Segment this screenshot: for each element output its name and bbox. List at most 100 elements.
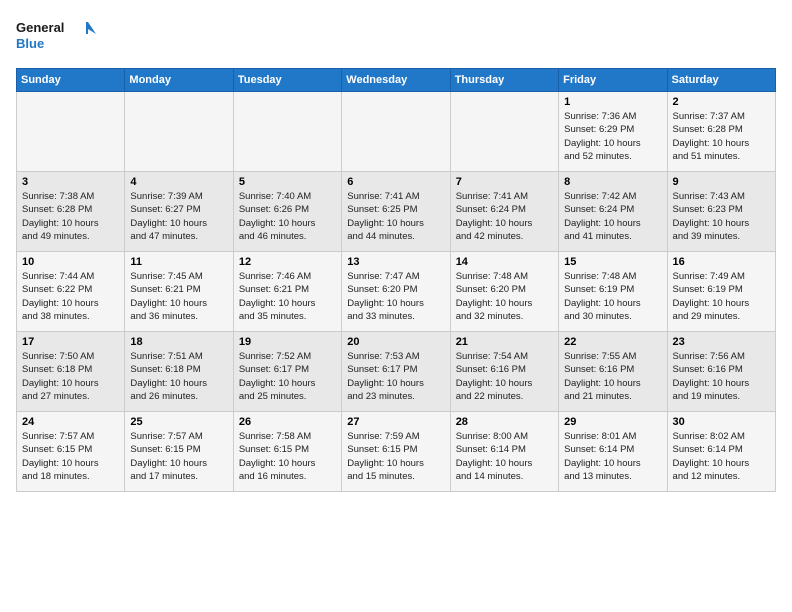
day-number: 22	[564, 336, 662, 348]
day-info: Sunrise: 7:58 AM Sunset: 6:15 PM Dayligh…	[239, 430, 337, 483]
day-number: 12	[239, 256, 337, 268]
day-info: Sunrise: 7:57 AM Sunset: 6:15 PM Dayligh…	[130, 430, 228, 483]
calendar-cell: 24Sunrise: 7:57 AM Sunset: 6:15 PM Dayli…	[17, 412, 125, 492]
day-info: Sunrise: 7:48 AM Sunset: 6:20 PM Dayligh…	[456, 270, 554, 323]
calendar-cell: 25 Sunrise: 7:57 AM Sunset: 6:15 PM Dayli…	[125, 412, 233, 492]
calendar-cell: 13Sunrise: 7:47 AM Sunset: 6:20 PM Dayli…	[342, 252, 450, 332]
logo: General Blue	[16, 16, 96, 56]
weekday-header: Wednesday	[342, 69, 450, 92]
day-info: Sunrise: 7:39 AM Sunset: 6:27 PM Dayligh…	[130, 190, 228, 243]
calendar-cell: 26 Sunrise: 7:58 AM Sunset: 6:15 PM Dayli…	[233, 412, 341, 492]
day-info: Sunrise: 7:42 AM Sunset: 6:24 PM Dayligh…	[564, 190, 662, 243]
calendar-cell: 20 Sunrise: 7:53 AM Sunset: 6:17 PM Dayli…	[342, 332, 450, 412]
calendar-cell: 22 Sunrise: 7:55 AM Sunset: 6:16 PM Dayli…	[559, 332, 667, 412]
calendar-cell: 11 Sunrise: 7:45 AM Sunset: 6:21 PM Dayli…	[125, 252, 233, 332]
day-info: Sunrise: 7:52 AM Sunset: 6:17 PM Dayligh…	[239, 350, 337, 403]
calendar-week-row: 3Sunrise: 7:38 AM Sunset: 6:28 PM Daylig…	[17, 172, 776, 252]
calendar-cell: 3Sunrise: 7:38 AM Sunset: 6:28 PM Daylig…	[17, 172, 125, 252]
day-info: Sunrise: 7:36 AM Sunset: 6:29 PM Dayligh…	[564, 110, 662, 163]
calendar-cell	[233, 92, 341, 172]
calendar-week-row: 17 Sunrise: 7:50 AM Sunset: 6:18 PM Dayli…	[17, 332, 776, 412]
day-number: 14	[456, 256, 554, 268]
calendar-cell: 28Sunrise: 8:00 AM Sunset: 6:14 PM Dayli…	[450, 412, 558, 492]
calendar-cell: 4 Sunrise: 7:39 AM Sunset: 6:27 PM Daylig…	[125, 172, 233, 252]
day-info: Sunrise: 7:56 AM Sunset: 6:16 PM Dayligh…	[673, 350, 771, 403]
day-number: 10	[22, 256, 120, 268]
calendar-cell: 9Sunrise: 7:43 AM Sunset: 6:23 PM Daylig…	[667, 172, 775, 252]
day-info: Sunrise: 7:48 AM Sunset: 6:19 PM Dayligh…	[564, 270, 662, 323]
calendar-cell: 1 Sunrise: 7:36 AM Sunset: 6:29 PM Daylig…	[559, 92, 667, 172]
calendar-cell	[125, 92, 233, 172]
weekday-header: Saturday	[667, 69, 775, 92]
day-info: Sunrise: 7:44 AM Sunset: 6:22 PM Dayligh…	[22, 270, 120, 323]
calendar-cell: 18 Sunrise: 7:51 AM Sunset: 6:18 PM Dayli…	[125, 332, 233, 412]
page-header: General Blue	[16, 16, 776, 56]
day-number: 30	[673, 416, 771, 428]
svg-text:Blue: Blue	[16, 36, 44, 51]
calendar-cell: 10 Sunrise: 7:44 AM Sunset: 6:22 PM Dayli…	[17, 252, 125, 332]
day-number: 16	[673, 256, 771, 268]
weekday-header: Thursday	[450, 69, 558, 92]
day-info: Sunrise: 7:38 AM Sunset: 6:28 PM Dayligh…	[22, 190, 120, 243]
calendar-body: 1 Sunrise: 7:36 AM Sunset: 6:29 PM Daylig…	[17, 92, 776, 492]
day-number: 15	[564, 256, 662, 268]
day-number: 11	[130, 256, 228, 268]
day-info: Sunrise: 7:41 AM Sunset: 6:25 PM Dayligh…	[347, 190, 445, 243]
day-info: Sunrise: 7:45 AM Sunset: 6:21 PM Dayligh…	[130, 270, 228, 323]
calendar-cell: 2 Sunrise: 7:37 AM Sunset: 6:28 PM Daylig…	[667, 92, 775, 172]
day-info: Sunrise: 7:40 AM Sunset: 6:26 PM Dayligh…	[239, 190, 337, 243]
logo-svg: General Blue	[16, 16, 96, 56]
calendar-table: SundayMondayTuesdayWednesdayThursdayFrid…	[16, 68, 776, 492]
day-info: Sunrise: 7:41 AM Sunset: 6:24 PM Dayligh…	[456, 190, 554, 243]
day-info: Sunrise: 7:53 AM Sunset: 6:17 PM Dayligh…	[347, 350, 445, 403]
calendar-week-row: 1 Sunrise: 7:36 AM Sunset: 6:29 PM Daylig…	[17, 92, 776, 172]
day-info: Sunrise: 7:37 AM Sunset: 6:28 PM Dayligh…	[673, 110, 771, 163]
calendar-cell: 12 Sunrise: 7:46 AM Sunset: 6:21 PM Dayli…	[233, 252, 341, 332]
day-info: Sunrise: 7:59 AM Sunset: 6:15 PM Dayligh…	[347, 430, 445, 483]
calendar-cell: 23 Sunrise: 7:56 AM Sunset: 6:16 PM Dayli…	[667, 332, 775, 412]
day-number: 18	[130, 336, 228, 348]
day-number: 23	[673, 336, 771, 348]
calendar-cell: 21 Sunrise: 7:54 AM Sunset: 6:16 PM Dayli…	[450, 332, 558, 412]
weekday-header: Tuesday	[233, 69, 341, 92]
svg-text:General: General	[16, 20, 64, 35]
day-number: 20	[347, 336, 445, 348]
day-info: Sunrise: 7:47 AM Sunset: 6:20 PM Dayligh…	[347, 270, 445, 323]
day-number: 27	[347, 416, 445, 428]
calendar-cell: 16Sunrise: 7:49 AM Sunset: 6:19 PM Dayli…	[667, 252, 775, 332]
day-info: Sunrise: 8:00 AM Sunset: 6:14 PM Dayligh…	[456, 430, 554, 483]
calendar-header: SundayMondayTuesdayWednesdayThursdayFrid…	[17, 69, 776, 92]
calendar-cell: 7Sunrise: 7:41 AM Sunset: 6:24 PM Daylig…	[450, 172, 558, 252]
day-info: Sunrise: 7:57 AM Sunset: 6:15 PM Dayligh…	[22, 430, 120, 483]
day-number: 26	[239, 416, 337, 428]
calendar-cell: 15 Sunrise: 7:48 AM Sunset: 6:19 PM Dayli…	[559, 252, 667, 332]
day-number: 8	[564, 176, 662, 188]
day-number: 19	[239, 336, 337, 348]
day-number: 1	[564, 96, 662, 108]
day-info: Sunrise: 7:55 AM Sunset: 6:16 PM Dayligh…	[564, 350, 662, 403]
day-number: 21	[456, 336, 554, 348]
day-info: Sunrise: 8:02 AM Sunset: 6:14 PM Dayligh…	[673, 430, 771, 483]
calendar-cell: 27 Sunrise: 7:59 AM Sunset: 6:15 PM Dayli…	[342, 412, 450, 492]
day-number: 2	[673, 96, 771, 108]
calendar-week-row: 24Sunrise: 7:57 AM Sunset: 6:15 PM Dayli…	[17, 412, 776, 492]
day-info: Sunrise: 7:46 AM Sunset: 6:21 PM Dayligh…	[239, 270, 337, 323]
day-number: 17	[22, 336, 120, 348]
day-info: Sunrise: 7:50 AM Sunset: 6:18 PM Dayligh…	[22, 350, 120, 403]
day-number: 29	[564, 416, 662, 428]
day-info: Sunrise: 7:51 AM Sunset: 6:18 PM Dayligh…	[130, 350, 228, 403]
calendar-cell: 17 Sunrise: 7:50 AM Sunset: 6:18 PM Dayli…	[17, 332, 125, 412]
day-info: Sunrise: 7:54 AM Sunset: 6:16 PM Dayligh…	[456, 350, 554, 403]
day-number: 4	[130, 176, 228, 188]
calendar-week-row: 10 Sunrise: 7:44 AM Sunset: 6:22 PM Dayli…	[17, 252, 776, 332]
calendar-cell: 8 Sunrise: 7:42 AM Sunset: 6:24 PM Daylig…	[559, 172, 667, 252]
weekday-header: Friday	[559, 69, 667, 92]
day-number: 25	[130, 416, 228, 428]
calendar-cell: 14 Sunrise: 7:48 AM Sunset: 6:20 PM Dayli…	[450, 252, 558, 332]
calendar-cell: 19 Sunrise: 7:52 AM Sunset: 6:17 PM Dayli…	[233, 332, 341, 412]
calendar-cell: 5 Sunrise: 7:40 AM Sunset: 6:26 PM Daylig…	[233, 172, 341, 252]
calendar-cell: 30 Sunrise: 8:02 AM Sunset: 6:14 PM Dayli…	[667, 412, 775, 492]
day-number: 5	[239, 176, 337, 188]
weekday-header: Monday	[125, 69, 233, 92]
calendar-cell: 29Sunrise: 8:01 AM Sunset: 6:14 PM Dayli…	[559, 412, 667, 492]
